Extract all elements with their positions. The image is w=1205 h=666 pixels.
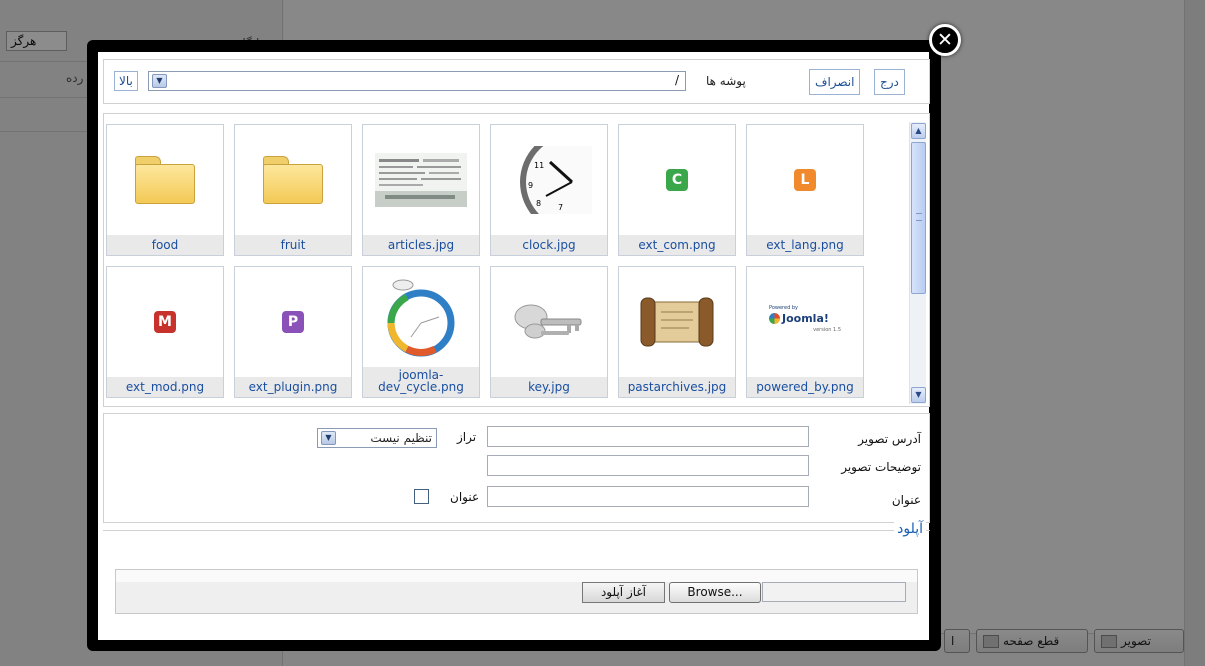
- caption-checkbox[interactable]: [414, 489, 429, 504]
- image-description-label: توضیحات تصویر: [841, 460, 921, 474]
- scrollbar-thumb[interactable]: [911, 142, 926, 294]
- tile-caption: clock.jpg: [491, 235, 607, 255]
- folder-tile[interactable]: food: [106, 124, 224, 256]
- scroll-up-icon[interactable]: ▲: [911, 123, 926, 139]
- tile-caption: ext_com.png: [619, 235, 735, 255]
- svg-text:9: 9: [528, 181, 533, 190]
- folder-icon: [235, 125, 351, 235]
- tile-caption: joomla- dev_cycle.png: [363, 367, 479, 397]
- image-tile[interactable]: P ext_plugin.png: [234, 266, 352, 398]
- letter-m-icon: M: [154, 311, 176, 333]
- letter-c-icon: C: [619, 125, 735, 235]
- tile-caption: ext_plugin.png: [235, 377, 351, 397]
- image-tile[interactable]: Powered by Joomla! version 1.5 powered_b…: [746, 266, 864, 398]
- dev-cycle-thumbnail: [363, 267, 479, 367]
- align-label: تراز: [457, 430, 477, 444]
- folder-icon: [107, 125, 223, 235]
- insert-button[interactable]: درج: [874, 69, 905, 95]
- tile-caption: ext_lang.png: [747, 235, 863, 255]
- close-glyph: ✕: [937, 29, 953, 51]
- image-tile[interactable]: L ext_lang.png: [746, 124, 864, 256]
- title-label: عنوان: [891, 493, 921, 507]
- upload-legend: آپلود: [894, 521, 926, 537]
- scroll-thumbnail: [619, 267, 735, 377]
- up-button-label: بالا: [119, 74, 133, 88]
- tile-caption: articles.jpg: [363, 235, 479, 255]
- upload-section: آپلود Browse... آغاز آپلود: [103, 521, 930, 625]
- image-url-input[interactable]: [487, 426, 809, 447]
- logo-small-text: Powered by: [769, 305, 798, 311]
- align-select[interactable]: ▼ تنظیم نیست: [317, 428, 437, 448]
- folder-toolbar: درج انصراف پوشه ها ▼ / بالا: [103, 59, 930, 104]
- image-tile[interactable]: M ext_mod.png: [106, 266, 224, 398]
- letter-p-icon: P: [282, 311, 304, 333]
- title-input[interactable]: [487, 486, 809, 507]
- image-properties-panel: آدرس تصویر تراز ▼ تنظیم نیست توضیحات تصو…: [103, 413, 930, 523]
- tile-caption: food: [107, 235, 223, 255]
- folders-label: پوشه ها: [706, 74, 746, 88]
- svg-text:11: 11: [534, 161, 544, 170]
- letter-l-icon: L: [794, 169, 816, 191]
- letter-m-icon: M: [107, 267, 223, 377]
- articles-thumbnail: [363, 125, 479, 235]
- cancel-button[interactable]: انصراف: [809, 69, 861, 95]
- folder-tile[interactable]: fruit: [234, 124, 352, 256]
- tile-caption: pastarchives.jpg: [619, 377, 735, 397]
- chevron-down-icon: ▼: [152, 74, 167, 88]
- tile-caption: key.jpg: [491, 377, 607, 397]
- tile-caption: fruit: [235, 235, 351, 255]
- tile-caption: powered_by.png: [747, 377, 863, 397]
- start-upload-button[interactable]: آغاز آپلود: [582, 582, 665, 603]
- joomla-logo-thumbnail: Powered by Joomla! version 1.5: [747, 267, 863, 377]
- browser-scrollbar[interactable]: ▲ ▼: [909, 122, 926, 404]
- upload-box: Browse... آغاز آپلود: [115, 569, 918, 614]
- upload-file-path[interactable]: [762, 582, 906, 602]
- image-tile[interactable]: joomla- dev_cycle.png: [362, 266, 480, 398]
- logo-version-text: version 1.5: [813, 327, 841, 333]
- image-tile[interactable]: key.jpg: [490, 266, 608, 398]
- folder-select-value: /: [674, 73, 679, 87]
- browse-button[interactable]: Browse...: [669, 582, 761, 603]
- image-tile[interactable]: 11 9 8 7 clock.jpg: [490, 124, 608, 256]
- letter-c-icon: C: [666, 169, 688, 191]
- folder-select[interactable]: ▼ /: [148, 71, 686, 91]
- image-tile[interactable]: articles.jpg: [362, 124, 480, 256]
- image-tile[interactable]: pastarchives.jpg: [618, 266, 736, 398]
- logo-text: Joomla!: [782, 312, 829, 325]
- image-description-input[interactable]: [487, 455, 809, 476]
- align-select-value: تنظیم نیست: [370, 431, 432, 445]
- svg-text:7: 7: [558, 203, 563, 212]
- clock-thumbnail: 11 9 8 7: [491, 125, 607, 235]
- chevron-down-icon: ▼: [321, 431, 336, 445]
- close-icon[interactable]: ✕: [929, 24, 961, 56]
- letter-p-icon: P: [235, 267, 351, 377]
- up-button[interactable]: بالا: [114, 71, 138, 91]
- image-tile[interactable]: C ext_com.png: [618, 124, 736, 256]
- tile-caption: ext_mod.png: [107, 377, 223, 397]
- image-url-label: آدرس تصویر: [858, 432, 921, 446]
- key-thumbnail: [491, 267, 607, 377]
- svg-text:8: 8: [536, 199, 541, 208]
- scroll-down-icon[interactable]: ▼: [911, 387, 926, 403]
- caption-label: عنوان: [450, 490, 480, 504]
- letter-l-icon: L: [747, 125, 863, 235]
- file-browser: food fruit articles.jpg 11 9 8 7 clock.j…: [103, 113, 930, 407]
